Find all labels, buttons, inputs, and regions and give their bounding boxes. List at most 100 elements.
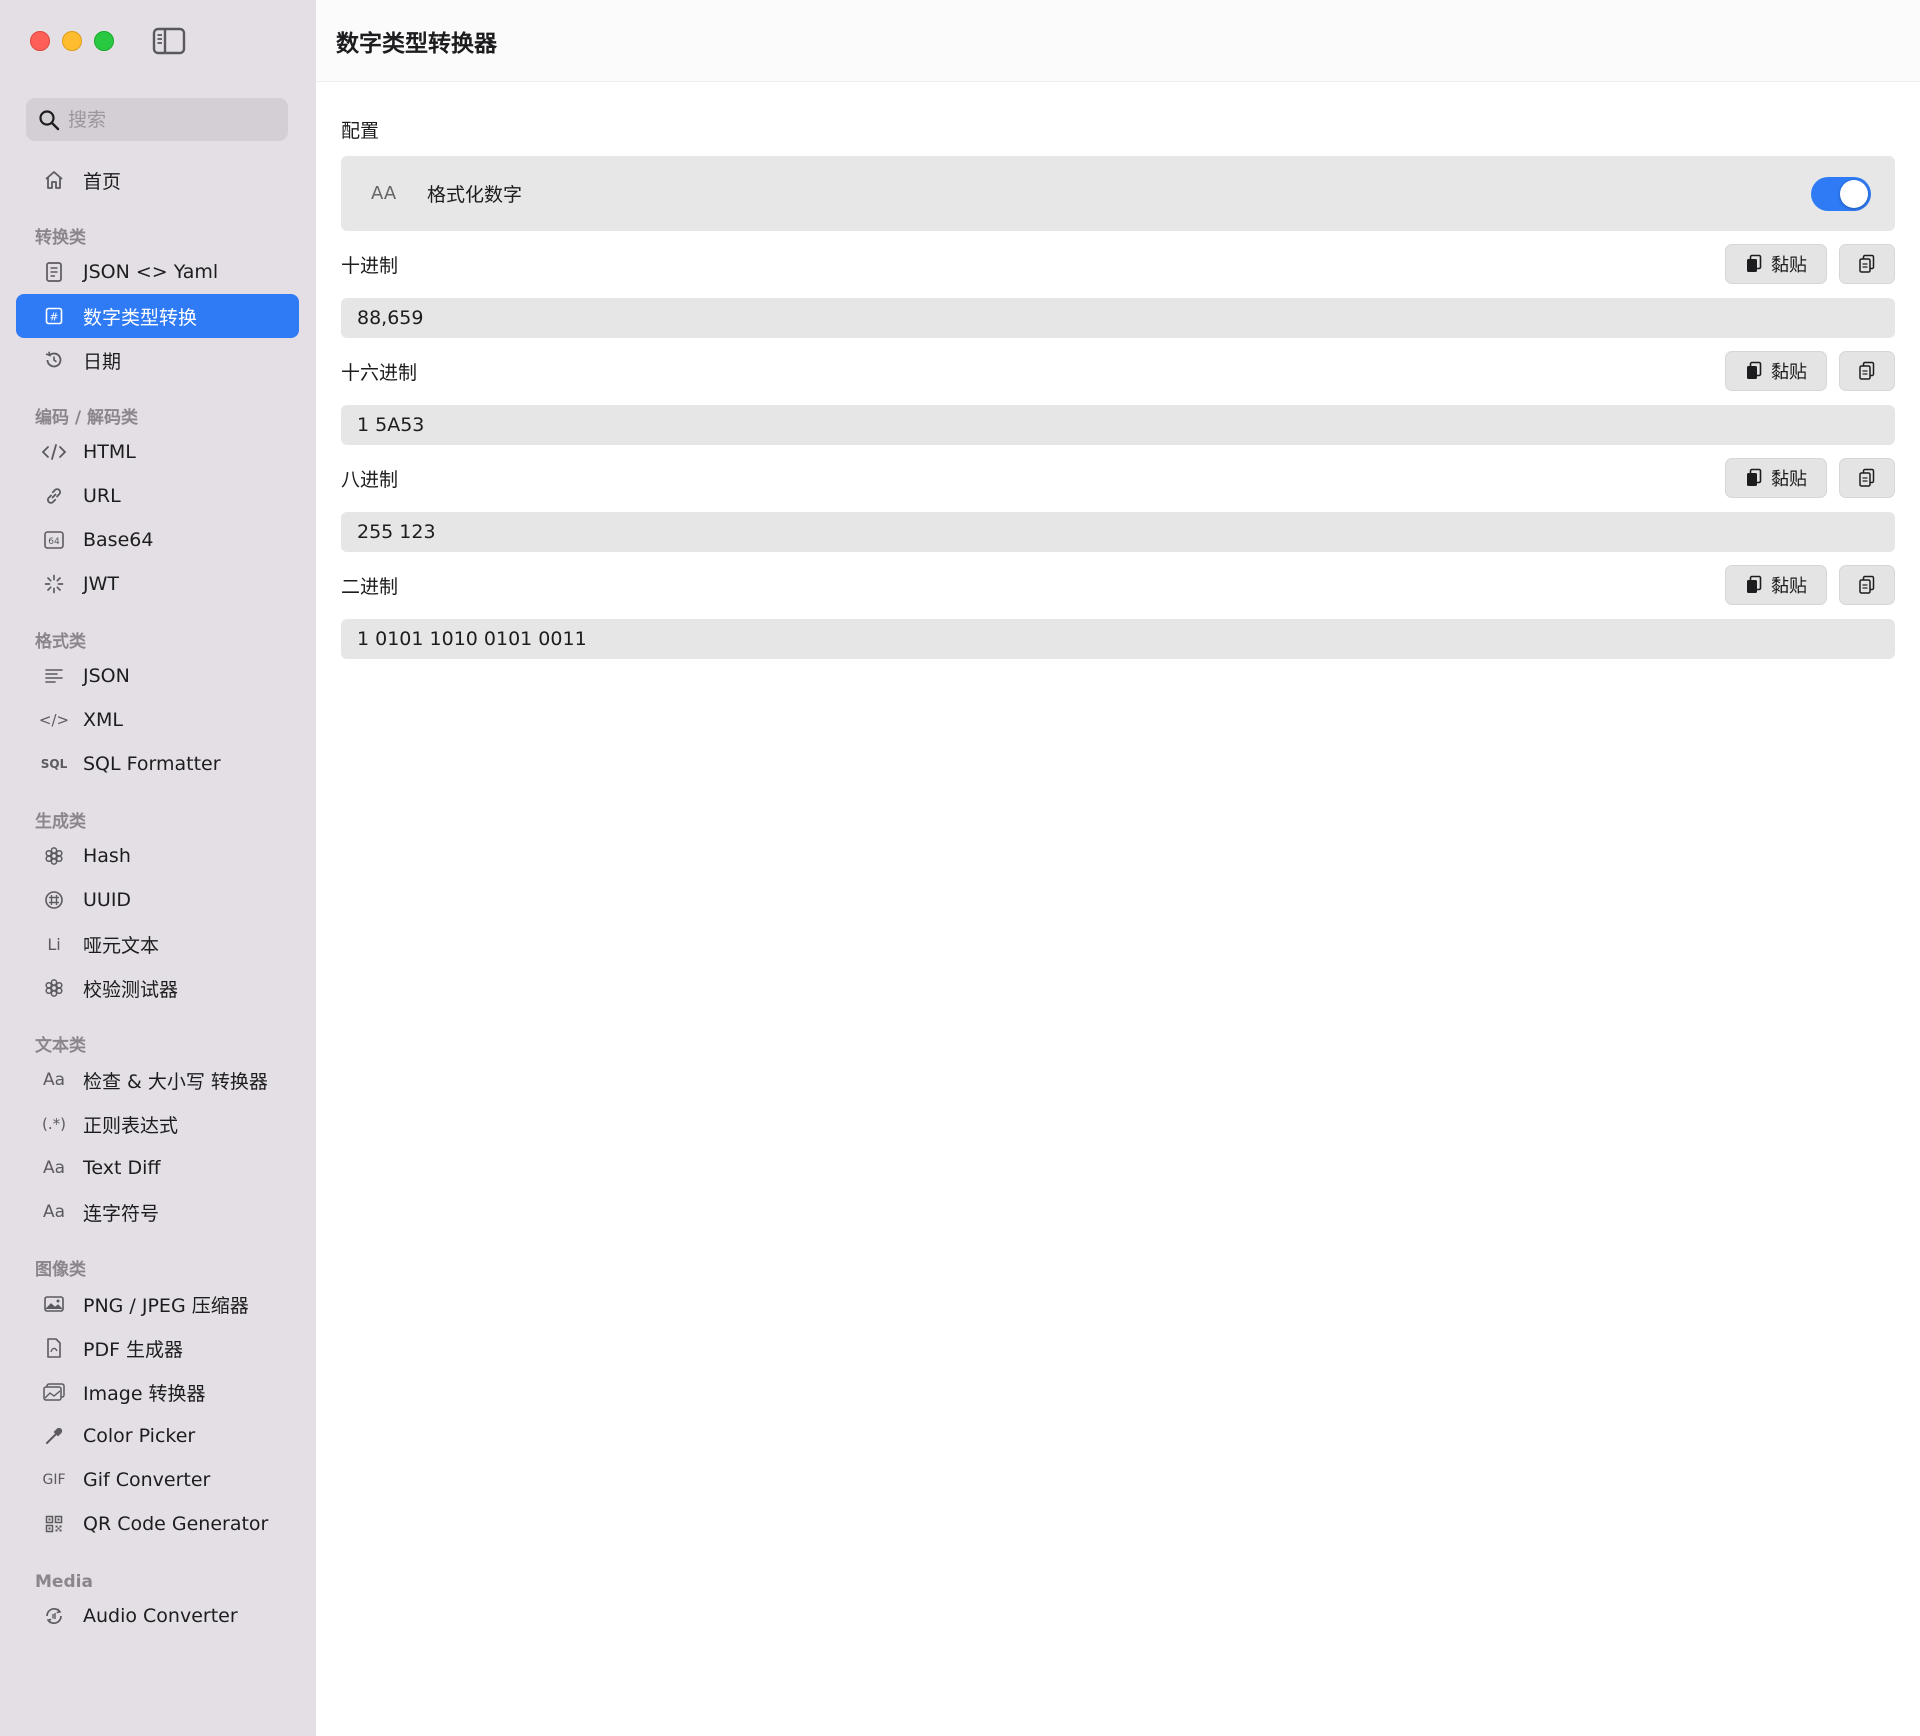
- maximize-window-button[interactable]: [94, 31, 114, 51]
- photo-stack-icon: [40, 1378, 68, 1406]
- format-numbers-toggle[interactable]: [1811, 176, 1871, 211]
- sidebar-item-label: Image 转换器: [83, 1382, 206, 1405]
- qr-code-icon: [40, 1510, 68, 1538]
- field-header: 十六进制 黏贴: [341, 351, 1895, 391]
- sidebar-item-pdf[interactable]: PDF 生成器: [16, 1326, 299, 1370]
- sidebar-item-label: Text Diff: [83, 1157, 161, 1179]
- field-header: 十进制 黏贴: [341, 244, 1895, 284]
- number-sign-icon: #: [40, 302, 68, 330]
- copy-icon: [1859, 254, 1875, 273]
- sidebar-item-json[interactable]: JSON: [16, 654, 299, 698]
- converter-content: 配置 AA 格式化数字 十进制 黏贴 88,659 十六进制 黏贴 1 5A53…: [316, 116, 1920, 659]
- octal-paste-button[interactable]: 黏贴: [1725, 458, 1827, 498]
- section-title-generate: 生成类: [35, 812, 86, 832]
- text-case-icon: Aa: [42, 1070, 66, 1090]
- xml-code-icon: </>: [38, 711, 70, 729]
- sidebar-item-label: 首页: [83, 170, 122, 193]
- copy-icon: [1859, 468, 1875, 487]
- sidebar-item-color-picker[interactable]: Color Picker: [16, 1414, 299, 1458]
- hex-paste-button[interactable]: 黏贴: [1725, 351, 1827, 391]
- format-numbers-row: AA 格式化数字: [341, 156, 1895, 231]
- sidebar-item-date[interactable]: 日期: [16, 338, 299, 382]
- octal-label: 八进制: [341, 468, 399, 491]
- sidebar-item-number-converter[interactable]: # 数字类型转换: [16, 294, 299, 338]
- paste-label: 黏贴: [1771, 362, 1807, 383]
- hex-copy-button[interactable]: [1839, 351, 1895, 391]
- search-box[interactable]: [26, 98, 288, 141]
- field-header: 二进制 黏贴: [341, 565, 1895, 605]
- decimal-field: 十进制 黏贴 88,659: [341, 244, 1895, 338]
- eyedropper-icon: [40, 1422, 68, 1450]
- gear-flower-icon: [40, 974, 68, 1002]
- sidebar-item-regex[interactable]: (.*) 正则表达式: [16, 1102, 299, 1146]
- decimal-label: 十进制: [341, 254, 399, 277]
- main-panel: 数字类型转换器 配置 AA 格式化数字 十进制 黏贴 88,659 十六进制 黏…: [316, 0, 1920, 1736]
- sidebar-item-home[interactable]: 首页: [16, 158, 299, 202]
- decimal-paste-button[interactable]: 黏贴: [1725, 244, 1827, 284]
- sidebar-item-sql-formatter[interactable]: SQL SQL Formatter: [16, 742, 299, 786]
- section-title-format: 格式类: [35, 632, 86, 652]
- sidebar-item-audio[interactable]: Audio Converter: [16, 1594, 299, 1638]
- sidebar-item-label: HTML: [83, 441, 136, 463]
- paste-icon: [1747, 468, 1762, 486]
- sidebar-item-lorem[interactable]: Li 哑元文本: [16, 922, 299, 966]
- link-icon: [40, 482, 68, 510]
- sidebar-item-url[interactable]: URL: [16, 474, 299, 518]
- sidebar-item-base64[interactable]: 64 Base64: [16, 518, 299, 562]
- sidebar-item-label: 数字类型转换: [83, 306, 198, 329]
- sidebar-item-label: XML: [83, 709, 123, 731]
- sql-icon: SQL: [40, 757, 68, 771]
- config-section-title: 配置: [341, 120, 380, 142]
- close-window-button[interactable]: [30, 31, 50, 51]
- sidebar-item-hash[interactable]: Hash: [16, 834, 299, 878]
- sidebar-item-label: Base64: [83, 529, 154, 551]
- sidebar-item-json-yaml[interactable]: JSON <> Yaml: [16, 250, 299, 294]
- search-input[interactable]: [68, 108, 268, 131]
- binary-value[interactable]: 1 0101 1010 0101 0011: [341, 619, 1895, 659]
- sidebar-item-inspect[interactable]: Aa 检查 & 大小写 转换器: [16, 1058, 299, 1102]
- sidebar-item-gif[interactable]: GIF Gif Converter: [16, 1458, 299, 1502]
- sidebar-item-label: QR Code Generator: [83, 1513, 269, 1535]
- sidebar-item-jwt[interactable]: JWT: [16, 562, 299, 606]
- field-actions: 黏贴: [1725, 458, 1895, 498]
- pdf-document-icon: [40, 1334, 68, 1362]
- decimal-copy-button[interactable]: [1839, 244, 1895, 284]
- sidebar-item-label: 正则表达式: [83, 1114, 179, 1137]
- paste-label: 黏贴: [1771, 469, 1807, 490]
- sidebar-item-checksum[interactable]: 校验测试器: [16, 966, 299, 1010]
- paste-label: 黏贴: [1771, 576, 1807, 597]
- octal-copy-button[interactable]: [1839, 458, 1895, 498]
- section-title-codec: 编码 / 解码类: [35, 408, 139, 428]
- hex-value[interactable]: 1 5A53: [341, 405, 1895, 445]
- svg-text:#: #: [49, 311, 58, 324]
- octal-value[interactable]: 255 123: [341, 512, 1895, 552]
- sidebar-item-uuid[interactable]: UUID: [16, 878, 299, 922]
- sidebar-item-label: 校验测试器: [83, 978, 179, 1001]
- sidebar-item-image-converter[interactable]: Image 转换器: [16, 1370, 299, 1414]
- text-align-left-icon: [40, 662, 68, 690]
- hex-field: 十六进制 黏贴 1 5A53: [341, 351, 1895, 445]
- sidebar-item-text-diff[interactable]: Aa Text Diff: [16, 1146, 299, 1190]
- binary-paste-button[interactable]: 黏贴: [1725, 565, 1827, 605]
- binary-field: 二进制 黏贴 1 0101 1010 0101 0011: [341, 565, 1895, 659]
- decimal-value[interactable]: 88,659: [341, 298, 1895, 338]
- sidebar-item-qr[interactable]: QR Code Generator: [16, 1502, 299, 1546]
- gear-flower-icon: [40, 842, 68, 870]
- app-window: 首页 转换类 JSON <> Yaml # 数字类型转换 日期: [0, 0, 1920, 1736]
- sidebar-item-label: JSON: [83, 665, 130, 687]
- field-actions: 黏贴: [1725, 565, 1895, 605]
- binary-copy-button[interactable]: [1839, 565, 1895, 605]
- copy-icon: [1859, 575, 1875, 594]
- sidebar-item-label: Color Picker: [83, 1425, 196, 1447]
- sidebar-item-xml[interactable]: </> XML: [16, 698, 299, 742]
- toggle-sidebar-button[interactable]: [152, 27, 186, 55]
- grid-circle-icon: [40, 886, 68, 914]
- sidebar-nav: 首页 转换类 JSON <> Yaml # 数字类型转换 日期 编码 / 解码类…: [16, 158, 299, 1638]
- sidebar-item-hyphen[interactable]: Aa 连字符号: [16, 1190, 299, 1234]
- sidebar-item-compressor[interactable]: PNG / JPEG 压缩器: [16, 1282, 299, 1326]
- audio-convert-icon: [40, 1602, 68, 1630]
- minimize-window-button[interactable]: [62, 31, 82, 51]
- sidebar-item-html[interactable]: HTML: [16, 430, 299, 474]
- document-icon: [40, 258, 68, 286]
- photo-icon: [40, 1290, 68, 1318]
